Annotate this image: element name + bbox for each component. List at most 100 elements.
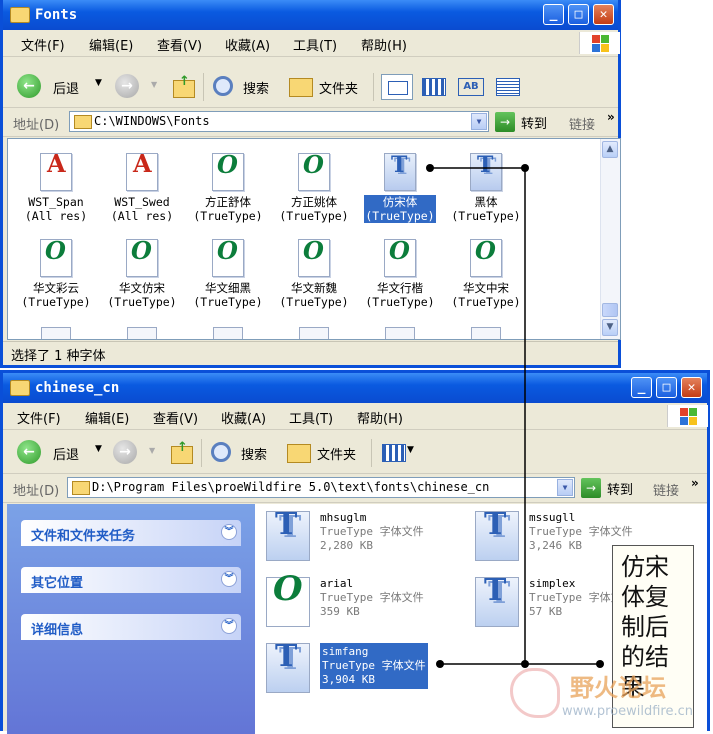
task-group-other-places[interactable]: 其它位置 ︾	[21, 567, 241, 593]
menu-help[interactable]: 帮助(H)	[361, 35, 407, 54]
maximize-button[interactable]: □	[568, 4, 589, 25]
view-small-icons-button[interactable]	[419, 74, 449, 100]
font-item[interactable]: 华文仿宋(TrueType)	[99, 239, 185, 309]
vertical-scrollbar[interactable]: ▲ ▼	[600, 139, 620, 339]
file-tile[interactable]: mhsuglmTrueType 字体文件2,280 KB	[266, 511, 466, 565]
font-item-partial[interactable]	[127, 327, 157, 339]
file-tile[interactable]: arialTrueType 字体文件359 KB	[266, 577, 466, 631]
scroll-down-button[interactable]: ▼	[602, 319, 618, 336]
forward-button[interactable]: → ▼	[113, 440, 155, 466]
chevron-double-down-icon[interactable]: ︾	[221, 618, 237, 634]
chevron-double-down-icon[interactable]: ︾	[221, 571, 237, 587]
standard-toolbar: ← 后退 ▼ → ▼ ↑ 搜索 文件夹 ▼	[3, 433, 707, 474]
back-button[interactable]: ← 后退 ▼	[17, 440, 107, 466]
go-arrow-icon: →	[581, 478, 601, 498]
watermark-logo-icon	[510, 668, 560, 718]
address-input[interactable]: C:\WINDOWS\Fonts ▼	[69, 111, 489, 132]
font-item-selected[interactable]: 仿宋体(TrueType)	[357, 153, 443, 223]
minimize-button[interactable]: _	[631, 377, 652, 398]
ab-preview-icon: AB	[458, 78, 484, 96]
font-item-partial[interactable]	[385, 327, 415, 339]
up-folder-button[interactable]: ↑	[171, 74, 197, 100]
menu-file[interactable]: 文件(F)	[21, 35, 65, 54]
maximize-button[interactable]: □	[656, 377, 677, 398]
folder-icon	[72, 481, 90, 495]
search-icon	[213, 76, 233, 96]
font-item[interactable]: WST_Swed(All res)	[99, 153, 185, 223]
folders-button[interactable]: 文件夹	[287, 74, 367, 100]
font-item[interactable]: 黑体(TrueType)	[443, 153, 529, 223]
font-item[interactable]: 华文中宋(TrueType)	[443, 239, 529, 309]
links-label[interactable]: 链接	[653, 480, 679, 499]
views-button[interactable]: ▼	[379, 440, 419, 466]
opentype-icon	[212, 239, 244, 277]
scroll-thumb[interactable]	[602, 303, 618, 317]
font-item-partial[interactable]	[471, 327, 501, 339]
opentype-icon	[40, 239, 72, 277]
menu-file[interactable]: 文件(F)	[17, 408, 61, 427]
address-input[interactable]: D:\Program Files\proeWildfire 5.0\text\f…	[67, 477, 575, 498]
minimize-button[interactable]: _	[543, 4, 564, 25]
menu-view[interactable]: 查看(V)	[157, 35, 202, 54]
task-pane: 文件和文件夹任务 ︾ 其它位置 ︾ 详细信息 ︾	[7, 504, 255, 734]
title-bar[interactable]: Fonts _ □ ✕	[3, 0, 618, 30]
address-bar: 地址(D) D:\Program Files\proeWildfire 5.0\…	[3, 474, 707, 503]
task-group-file-tasks[interactable]: 文件和文件夹任务 ︾	[21, 520, 241, 546]
chevron-down-icon[interactable]: ▼	[95, 444, 102, 454]
menu-view[interactable]: 查看(V)	[153, 408, 198, 427]
task-group-details[interactable]: 详细信息 ︾	[21, 614, 241, 640]
scroll-up-button[interactable]: ▲	[602, 141, 618, 158]
font-item[interactable]: 华文行楷(TrueType)	[357, 239, 443, 309]
menu-bar: 文件(F) 编辑(E) 查看(V) 收藏(A) 工具(T) 帮助(H)	[3, 30, 620, 57]
close-button[interactable]: ✕	[593, 4, 614, 25]
folders-button[interactable]: 文件夹	[285, 440, 365, 466]
menu-edit[interactable]: 编辑(E)	[89, 35, 133, 54]
font-item[interactable]: 方正舒体(TrueType)	[185, 153, 271, 223]
font-item-partial[interactable]	[299, 327, 329, 339]
font-item[interactable]: 华文新魏(TrueType)	[271, 239, 357, 309]
details-icon	[496, 78, 520, 96]
chevron-double-down-icon[interactable]: ︾	[221, 524, 237, 540]
chevron-down-icon[interactable]: ▼	[557, 479, 573, 496]
up-folder-button[interactable]: ↑	[169, 440, 195, 466]
font-item[interactable]: WST_Span(All res)	[13, 153, 99, 223]
menu-tools[interactable]: 工具(T)	[293, 35, 337, 54]
view-large-icons-button[interactable]	[381, 74, 413, 100]
search-button[interactable]: 搜索	[211, 74, 275, 100]
go-button[interactable]: → 转到	[495, 112, 555, 132]
font-item-partial[interactable]	[41, 327, 71, 339]
truetype-icon	[475, 511, 519, 561]
menu-help[interactable]: 帮助(H)	[357, 408, 403, 427]
up-arrow-icon: ↑	[179, 74, 190, 89]
chevron-right-icon[interactable]: »	[607, 110, 615, 124]
truetype-icon	[266, 643, 310, 693]
back-button[interactable]: ← 后退 ▼	[17, 74, 107, 100]
close-button[interactable]: ✕	[681, 377, 702, 398]
menu-tools[interactable]: 工具(T)	[289, 408, 333, 427]
search-button[interactable]: 搜索	[209, 440, 273, 466]
menu-favorites[interactable]: 收藏(A)	[221, 408, 266, 427]
chevron-down-icon[interactable]: ▼	[95, 78, 102, 88]
file-tile-selected[interactable]: simfangTrueType 字体文件3,904 KB	[266, 643, 466, 697]
folder-icon	[10, 7, 30, 23]
toolbar-separator	[371, 439, 372, 467]
font-item-partial[interactable]	[213, 327, 243, 339]
forward-button[interactable]: → ▼	[115, 74, 157, 100]
file-view: WST_Span(All res) WST_Swed(All res) 方正舒体…	[7, 138, 621, 340]
links-label[interactable]: 链接	[569, 114, 595, 133]
view-tiles-button[interactable]: AB	[455, 74, 485, 100]
chevron-down-icon[interactable]: ▼	[471, 113, 487, 130]
font-item[interactable]: 华文细黑(TrueType)	[185, 239, 271, 309]
forward-arrow-icon: →	[113, 440, 137, 464]
font-item[interactable]: 方正姚体(TrueType)	[271, 153, 357, 223]
menu-edit[interactable]: 编辑(E)	[85, 408, 129, 427]
menu-favorites[interactable]: 收藏(A)	[225, 35, 270, 54]
font-item[interactable]: 华文彩云(TrueType)	[13, 239, 99, 309]
go-button[interactable]: → 转到	[581, 478, 641, 498]
folder-icon	[289, 78, 313, 97]
fonts-window: Fonts _ □ ✕ 文件(F) 编辑(E) 查看(V) 收藏(A) 工具(T…	[0, 0, 621, 368]
up-arrow-icon: ↑	[177, 440, 188, 455]
title-bar[interactable]: chinese_cn _ □ ✕	[3, 373, 707, 403]
view-details-button[interactable]	[493, 74, 523, 100]
chevron-right-icon[interactable]: »	[691, 476, 699, 490]
